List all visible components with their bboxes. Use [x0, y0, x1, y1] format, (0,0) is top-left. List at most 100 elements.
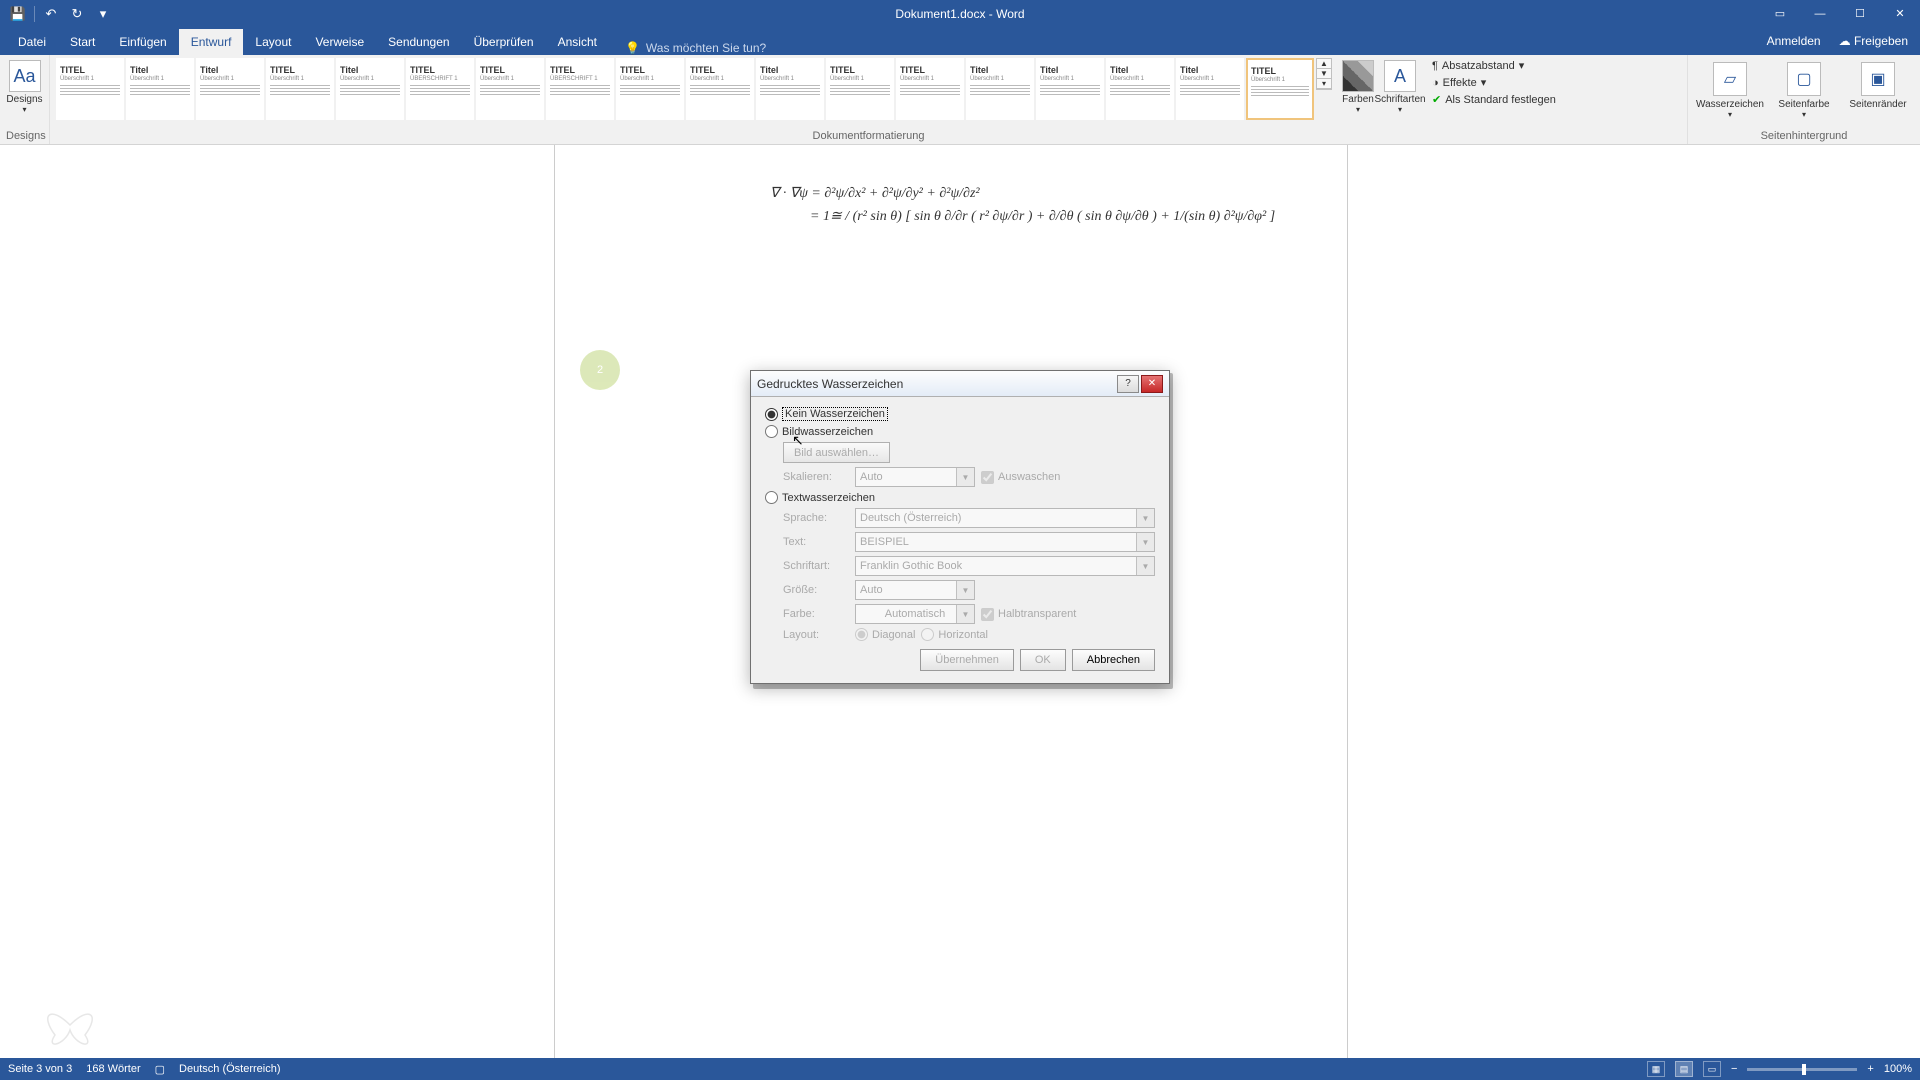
- layout-label: Layout:: [783, 629, 849, 641]
- undo-button[interactable]: ↶: [41, 4, 61, 24]
- qat-more-button[interactable]: ▾: [93, 4, 113, 24]
- pageborders-button[interactable]: ▣Seitenränder: [1842, 58, 1914, 110]
- maximize-button[interactable]: ☐: [1840, 0, 1880, 27]
- status-language[interactable]: Deutsch (Österreich): [179, 1063, 280, 1075]
- ribbon-options-button[interactable]: ▭: [1760, 0, 1800, 27]
- dialog-help-button[interactable]: ?: [1117, 375, 1139, 393]
- style-item[interactable]: TITELÜberschrift 1: [266, 58, 334, 120]
- tab-einfuegen[interactable]: Einfügen: [107, 29, 178, 55]
- chevron-down-icon: ▼: [956, 581, 974, 599]
- fonts-button[interactable]: ASchriftarten▾: [1380, 58, 1420, 114]
- style-item[interactable]: TitelÜberschrift 1: [1176, 58, 1244, 120]
- view-read-button[interactable]: ▦: [1647, 1061, 1665, 1077]
- size-combo[interactable]: Auto▼: [855, 580, 975, 600]
- tell-me[interactable]: 💡Was möchten Sie tun?: [609, 41, 766, 55]
- tab-verweise[interactable]: Verweise: [303, 29, 376, 55]
- style-item[interactable]: TITELÜberschrift 1: [1246, 58, 1314, 120]
- fonts-icon: A: [1384, 60, 1416, 92]
- radio-picture-watermark[interactable]: [765, 425, 778, 438]
- cancel-button[interactable]: Abbrechen: [1072, 649, 1155, 671]
- zoom-in-button[interactable]: +: [1867, 1063, 1873, 1075]
- tab-datei[interactable]: Datei: [6, 29, 58, 55]
- colors-button[interactable]: Farben▾: [1338, 58, 1378, 114]
- formula-line-1: ∇ · ∇ψ = ∂²ψ/∂x² + ∂²ψ/∂y² + ∂²ψ/∂z²: [770, 185, 1275, 202]
- style-item[interactable]: TitelÜberschrift 1: [966, 58, 1034, 120]
- chevron-down-icon: ▼: [1136, 509, 1154, 527]
- status-page[interactable]: Seite 3 von 3: [8, 1063, 72, 1075]
- radio-no-watermark[interactable]: [765, 408, 778, 421]
- color-combo[interactable]: Automatisch▼: [855, 604, 975, 624]
- label-no-watermark: Kein Wasserzeichen: [782, 407, 888, 421]
- text-combo[interactable]: BEISPIEL▼: [855, 532, 1155, 552]
- style-gallery: TITELÜberschrift 1TitelÜberschrift 1Tite…: [56, 58, 1314, 120]
- close-button[interactable]: ✕: [1880, 0, 1920, 27]
- scale-label: Skalieren:: [783, 471, 849, 483]
- style-item[interactable]: TITELÜberschrift 1: [476, 58, 544, 120]
- style-item[interactable]: TITELÜberschrift 1: [686, 58, 754, 120]
- status-words[interactable]: 168 Wörter: [86, 1063, 140, 1075]
- washout-checkbox[interactable]: Auswaschen: [981, 471, 1060, 484]
- share-button[interactable]: ☁ Freigeben: [1839, 34, 1908, 48]
- tab-ueberpruefen[interactable]: Überprüfen: [462, 29, 546, 55]
- tab-entwurf[interactable]: Entwurf: [179, 29, 244, 55]
- layout-horizontal-radio[interactable]: Horizontal: [921, 628, 988, 641]
- style-item[interactable]: TITELÜberschrift 1: [56, 58, 124, 120]
- apply-button[interactable]: Übernehmen: [920, 649, 1014, 671]
- signin-link[interactable]: Anmelden: [1767, 34, 1821, 48]
- style-item[interactable]: TitelÜberschrift 1: [126, 58, 194, 120]
- butterfly-watermark-icon: [40, 1000, 100, 1050]
- colors-icon: [1342, 60, 1374, 92]
- scale-combo[interactable]: Auto▼: [855, 467, 975, 487]
- select-picture-button[interactable]: Bild auswählen…: [783, 442, 890, 463]
- minimize-button[interactable]: —: [1800, 0, 1840, 27]
- tab-layout[interactable]: Layout: [243, 29, 303, 55]
- pagecolor-button[interactable]: ▢Seitenfarbe▾: [1768, 58, 1840, 119]
- status-bar: Seite 3 von 3 168 Wörter ▢ Deutsch (Öste…: [0, 1058, 1920, 1080]
- style-item[interactable]: TITELÜberschrift 1: [616, 58, 684, 120]
- style-item[interactable]: TitelÜberschrift 1: [1036, 58, 1104, 120]
- redo-button[interactable]: ↻: [67, 4, 87, 24]
- save-button[interactable]: 💾: [8, 4, 28, 24]
- bulb-icon: 💡: [625, 41, 640, 55]
- style-item[interactable]: TitelÜberschrift 1: [1106, 58, 1174, 120]
- layout-diagonal-radio[interactable]: Diagonal: [855, 628, 915, 641]
- language-label: Sprache:: [783, 512, 849, 524]
- window-controls: ▭ — ☐ ✕: [1760, 0, 1920, 27]
- set-default-button[interactable]: ✔ Als Standard festlegen: [1428, 92, 1560, 107]
- font-combo[interactable]: Franklin Gothic Book▼: [855, 556, 1155, 576]
- watermark-dialog-wrap: Gedrucktes Wasserzeichen ? ✕ Kein Wasser…: [750, 370, 1170, 684]
- style-item[interactable]: TitelÜberschrift 1: [756, 58, 824, 120]
- zoom-slider[interactable]: [1747, 1068, 1857, 1071]
- dialog-close-button[interactable]: ✕: [1141, 375, 1163, 393]
- ok-button[interactable]: OK: [1020, 649, 1066, 671]
- tab-ansicht[interactable]: Ansicht: [546, 29, 609, 55]
- view-print-button[interactable]: ▤: [1675, 1061, 1693, 1077]
- paragraph-spacing-button[interactable]: ¶ Absatzabstand ▾: [1428, 58, 1560, 73]
- gallery-scroll[interactable]: ▲▼▾: [1316, 58, 1332, 90]
- ribbon-right: Anmelden ☁ Freigeben: [1767, 27, 1908, 55]
- status-proof-icon[interactable]: ▢: [155, 1063, 165, 1076]
- style-item[interactable]: TITELÜberschrift 1: [826, 58, 894, 120]
- label-picture-watermark: Bildwasserzeichen: [782, 426, 873, 438]
- window-title: Dokument1.docx - Word: [895, 7, 1024, 21]
- tab-start[interactable]: Start: [58, 29, 107, 55]
- radio-text-watermark[interactable]: [765, 491, 778, 504]
- zoom-out-button[interactable]: −: [1731, 1063, 1737, 1075]
- view-web-button[interactable]: ▭: [1703, 1061, 1721, 1077]
- group-designs-label: Designs: [6, 128, 43, 144]
- color-label: Farbe:: [783, 608, 849, 620]
- language-combo[interactable]: Deutsch (Österreich)▼: [855, 508, 1155, 528]
- designs-button[interactable]: AaDesigns▾: [6, 58, 43, 114]
- style-item[interactable]: TITELÜberschrift 1: [896, 58, 964, 120]
- watermark-button[interactable]: ▱Wasserzeichen▾: [1694, 58, 1766, 119]
- style-item[interactable]: TITELÜBERSCHRIFT 1: [406, 58, 474, 120]
- style-item[interactable]: TITELÜBERSCHRIFT 1: [546, 58, 614, 120]
- label-text-watermark: Textwasserzeichen: [782, 492, 875, 504]
- tab-sendungen[interactable]: Sendungen: [376, 29, 461, 55]
- zoom-level[interactable]: 100%: [1884, 1063, 1912, 1075]
- style-item[interactable]: TitelÜberschrift 1: [196, 58, 264, 120]
- semitransparent-checkbox[interactable]: Halbtransparent: [981, 608, 1076, 621]
- effects-button[interactable]: ◑ Effekte ▾: [1428, 75, 1560, 90]
- style-item[interactable]: TitelÜberschrift 1: [336, 58, 404, 120]
- dialog-title-bar[interactable]: Gedrucktes Wasserzeichen ? ✕: [751, 371, 1169, 397]
